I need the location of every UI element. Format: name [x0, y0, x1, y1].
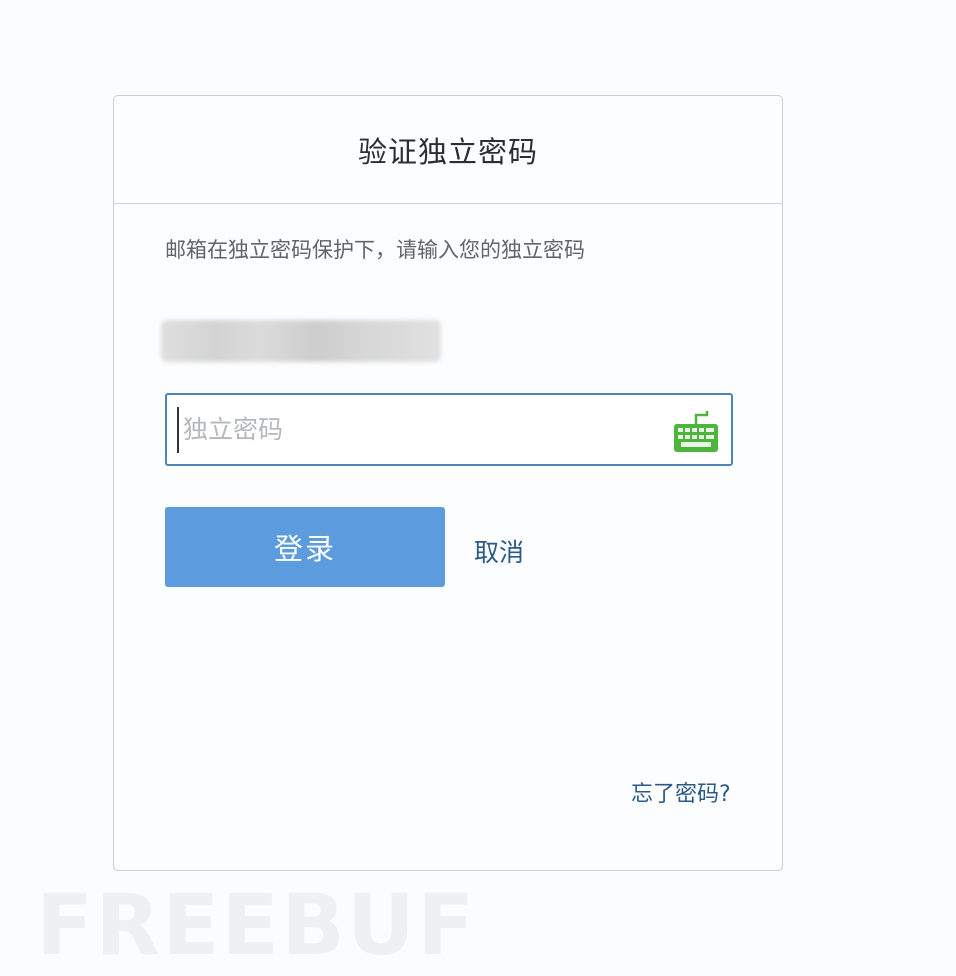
- watermark-logo: FREEBUF: [36, 876, 477, 974]
- prompt-text: 邮箱在独立密码保护下，请输入您的独立密码: [165, 238, 585, 262]
- keyboard-icon[interactable]: [673, 411, 719, 453]
- cancel-link[interactable]: 取消: [474, 533, 524, 569]
- account-name-redacted: [161, 320, 441, 362]
- dialog-title: 验证独立密码: [357, 134, 538, 169]
- forgot-password-link[interactable]: 忘了密码?: [631, 776, 731, 808]
- text-caret: [177, 406, 179, 453]
- dialog-header: 验证独立密码: [114, 96, 782, 204]
- page: 验证独立密码 邮箱在独立密码保护下，请输入您的独立密码 登录 取消 忘了密码? …: [0, 0, 956, 976]
- password-input[interactable]: [183, 404, 663, 455]
- password-field[interactable]: [165, 393, 733, 466]
- login-button[interactable]: 登录: [165, 507, 445, 587]
- verify-password-dialog: 验证独立密码 邮箱在独立密码保护下，请输入您的独立密码 登录 取消 忘了密码?: [113, 95, 783, 871]
